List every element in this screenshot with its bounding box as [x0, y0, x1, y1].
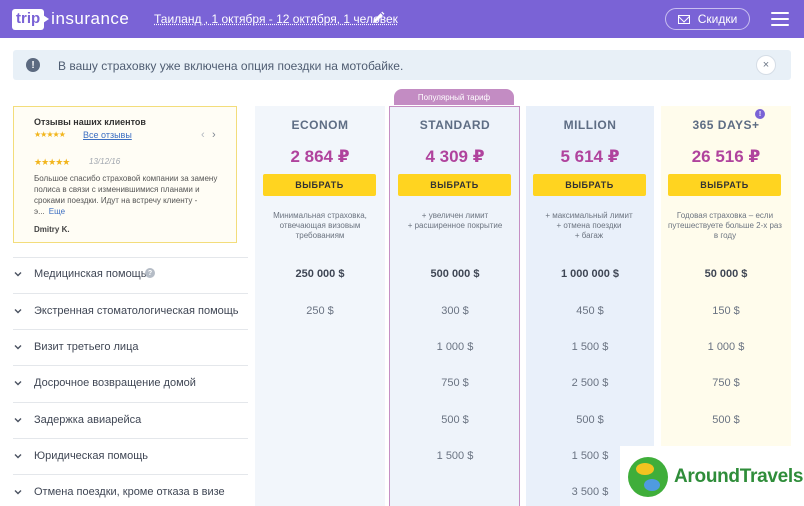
cell-value: 500 $	[441, 414, 469, 426]
row-label-trip-cancel[interactable]: Отмена поездки, кроме отказа в визе	[34, 486, 225, 498]
notice-text: В вашу страховку уже включена опция поез…	[58, 59, 404, 73]
review-more-link[interactable]: Еще	[49, 207, 65, 216]
cell-value: 2 500 $	[571, 377, 609, 389]
cell-value: 1 000 $	[707, 341, 745, 353]
review-author: Dmitry K.	[34, 225, 70, 234]
chevron-left-icon[interactable]: ‹	[201, 129, 205, 141]
logo-box: trip	[12, 8, 50, 30]
row-divider	[13, 257, 248, 258]
row-label-third-party[interactable]: Визит третьего лица	[34, 341, 138, 353]
cell-value: 150 $	[712, 305, 740, 317]
select-million-button[interactable]: ВЫБРАТЬ	[533, 174, 646, 196]
discounts-label: Скидки	[697, 12, 738, 26]
motorbike-notice: ! В вашу страховку уже включена опция по…	[13, 50, 791, 80]
chevron-right-icon[interactable]: ›	[212, 129, 216, 141]
plan-description: + увеличен лимит + расширенное покрытие	[407, 211, 503, 230]
reviews-title: Отзывы наших клиентов	[34, 117, 146, 127]
logo[interactable]: trip insurance	[12, 7, 129, 31]
row-divider	[13, 438, 248, 439]
cell-value: 500 $	[576, 414, 604, 426]
reviews-widget: Отзывы наших клиентов ★★★★★ Все отзывы ‹…	[13, 106, 237, 243]
chevron-down-icon[interactable]	[14, 379, 22, 387]
cell-value: 450 $	[576, 305, 604, 317]
chevron-down-icon[interactable]	[14, 270, 22, 278]
pencil-icon[interactable]	[371, 11, 385, 25]
cell-value: 500 000 $	[430, 268, 480, 280]
chevron-down-icon[interactable]	[14, 488, 22, 496]
globe-icon	[628, 457, 668, 497]
plan-description: Минимальная страховка, отвечающая визовы…	[273, 211, 367, 240]
plan-name: MILLION	[563, 118, 617, 132]
plan-price: 2 864 ₽	[290, 147, 350, 166]
popular-plan-badge: Популярный тариф	[394, 89, 514, 105]
chevron-down-icon[interactable]	[14, 307, 22, 315]
row-divider	[13, 329, 248, 330]
row-divider	[13, 474, 248, 475]
info-icon: !	[26, 58, 40, 72]
cell-value: 1 500 $	[436, 450, 474, 462]
top-header: trip insurance Таиланд , 1 октября - 12 …	[0, 0, 804, 38]
row-divider	[13, 293, 248, 294]
all-reviews-link[interactable]: Все отзывы	[83, 130, 132, 140]
chevron-down-icon[interactable]	[14, 452, 22, 460]
plan-name: 365 DAYS+	[692, 118, 760, 132]
watermark-text: AroundTravels	[674, 466, 804, 487]
rating-stars-icon: ★★★★★	[34, 130, 66, 139]
plan-name: ECONOM	[291, 118, 349, 132]
select-365-button[interactable]: ВЫБРАТЬ	[668, 174, 781, 196]
plan-price: 26 516 ₽	[691, 147, 761, 166]
cell-value: 250 000 $	[295, 268, 345, 280]
chevron-down-icon[interactable]	[14, 343, 22, 351]
watermark: AroundTravels	[620, 446, 804, 506]
cell-value: 300 $	[441, 305, 469, 317]
cell-value: 750 $	[712, 377, 740, 389]
help-icon[interactable]: ?	[145, 268, 155, 278]
row-divider	[13, 402, 248, 403]
chevron-down-icon[interactable]	[14, 416, 22, 424]
cell-value: 250 $	[306, 305, 334, 317]
row-label-flight-delay[interactable]: Задержка авиарейса	[34, 414, 141, 426]
discounts-button[interactable]: Скидки	[665, 8, 750, 30]
row-label-early-return[interactable]: Досрочное возвращение домой	[34, 377, 196, 389]
plan-price: 4 309 ₽	[425, 147, 485, 166]
review-date: 13/12/16	[89, 157, 121, 166]
review-text: Большое спасибо страховой компании за за…	[34, 173, 220, 217]
plan-description: + максимальный лимит + отмена поездки + …	[545, 211, 633, 240]
envelope-icon	[677, 14, 690, 24]
cell-value: 1 000 000 $	[560, 268, 620, 280]
review-stars-icon: ★★★★★	[34, 157, 70, 167]
cell-value: 1 000 $	[436, 341, 474, 353]
plan-description: Годовая страховка – если путешествуете б…	[668, 211, 782, 240]
cell-value: 750 $	[441, 377, 469, 389]
close-icon[interactable]: ×	[756, 55, 776, 75]
trip-summary-link[interactable]: Таиланд , 1 октября - 12 октября, 1 чело…	[154, 12, 398, 26]
logo-text: insurance	[51, 9, 130, 28]
plan-price: 5 614 ₽	[560, 147, 620, 166]
row-divider	[13, 365, 248, 366]
hamburger-menu-icon[interactable]	[771, 12, 789, 26]
row-label-dental[interactable]: Экстренная стоматологическая помощь	[34, 305, 239, 317]
cell-value: 500 $	[712, 414, 740, 426]
plan-name: STANDARD	[419, 118, 491, 132]
select-econom-button[interactable]: ВЫБРАТЬ	[263, 174, 376, 196]
row-label-medical[interactable]: Медицинская помощь	[34, 268, 146, 280]
row-label-legal[interactable]: Юридическая помощь	[34, 450, 148, 462]
cell-value: 50 000 $	[704, 268, 748, 280]
select-standard-button[interactable]: ВЫБРАТЬ	[398, 174, 511, 196]
cell-value: 1 500 $	[571, 341, 609, 353]
